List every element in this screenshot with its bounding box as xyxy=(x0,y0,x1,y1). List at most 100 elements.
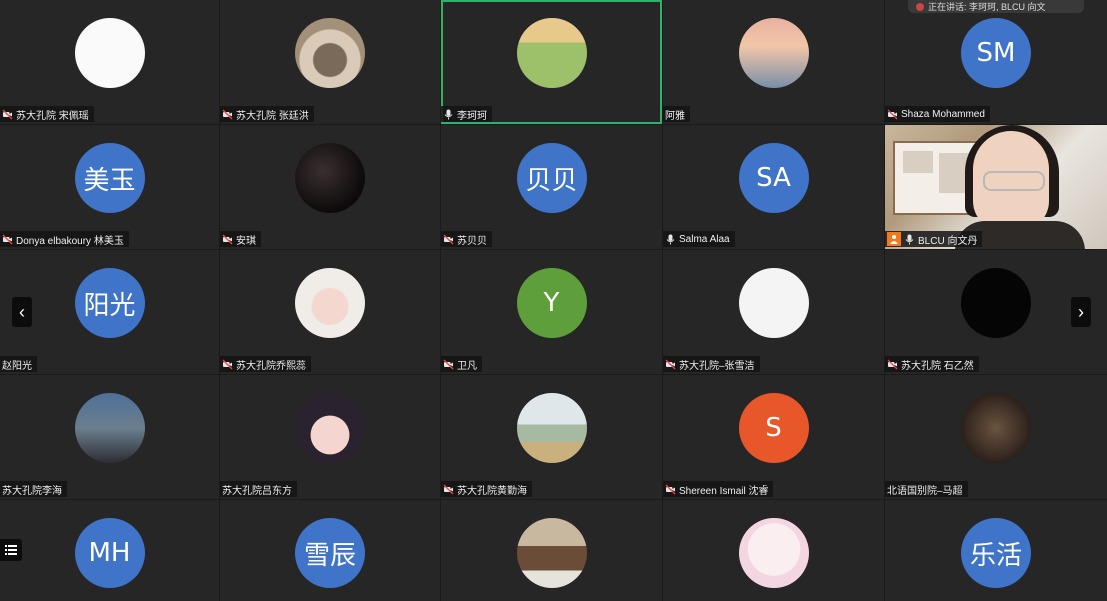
participant-name: Shereen Ismail 沈睿 xyxy=(679,485,769,497)
camera-off-icon xyxy=(443,234,454,244)
avatar-initials: 乐活 xyxy=(969,540,1022,571)
camera-off-icon xyxy=(887,359,898,369)
participant-nameplate: 苏大孔院 宋佩瑶 xyxy=(0,106,94,122)
participant-tile[interactable]: 乐活 xyxy=(885,500,1107,601)
avatar xyxy=(516,18,587,88)
avatar: SM xyxy=(961,18,1031,88)
microphone-icon xyxy=(666,234,675,244)
camera-off-icon xyxy=(222,359,233,369)
camera-off-icon xyxy=(665,359,676,369)
participant-tile[interactable]: 雪辰 xyxy=(220,500,440,601)
participant-tile[interactable]: MH xyxy=(0,500,219,601)
participant-name: 苏大孔院黄勤海 xyxy=(457,485,527,497)
participant-nameplate: Shaza Mohammed xyxy=(885,106,990,122)
avatar xyxy=(961,393,1031,463)
avatar xyxy=(738,18,809,88)
participant-tile[interactable]: Y 卫凡 xyxy=(441,250,662,374)
participant-nameplate: 安琪 xyxy=(220,231,261,247)
participant-tile[interactable]: S Shereen Ismail 沈睿 xyxy=(663,375,884,499)
participant-nameplate: Salma Alaa xyxy=(663,231,735,247)
speaking-indicator: 正在讲话: 李珂珂, BLCU 向文 xyxy=(908,0,1084,13)
chevron-left-icon: ‹ xyxy=(19,301,25,322)
avatar: SA xyxy=(738,143,809,213)
participant-tile[interactable]: 苏大孔院 张廷洪 xyxy=(220,0,440,124)
avatar xyxy=(295,143,365,213)
participant-tile[interactable] xyxy=(663,500,884,601)
participant-nameplate: 苏大孔院吕东方 xyxy=(220,481,297,497)
participant-tile[interactable]: 北语国别院–马超 xyxy=(885,375,1107,499)
avatar: 乐活 xyxy=(961,518,1031,588)
participant-tile[interactable]: 阿雅 xyxy=(663,0,884,124)
participant-name: BLCU 向文丹 xyxy=(918,235,978,247)
camera-off-icon xyxy=(222,234,233,244)
participant-tile[interactable]: 苏大孔院吕东方 xyxy=(220,375,440,499)
avatar: 美玉 xyxy=(74,143,145,213)
participant-name: 苏大孔院吕东方 xyxy=(222,485,292,497)
participant-name: 苏大孔院 石乙然 xyxy=(901,360,974,372)
avatar xyxy=(295,268,365,338)
participant-name: 苏大孔院 宋佩瑶 xyxy=(16,110,89,122)
avatar: MH xyxy=(74,518,145,588)
participant-nameplate: 李珂珂 xyxy=(441,106,492,122)
avatar: 雪辰 xyxy=(295,518,365,588)
participant-tile[interactable]: 苏大孔院–张雪洁 xyxy=(663,250,884,374)
avatar-initials: S xyxy=(765,413,782,443)
participant-tile[interactable]: 阳光 赵阳光 xyxy=(0,250,219,374)
participant-tile[interactable]: 李珂珂 xyxy=(441,0,662,124)
next-page-button[interactable]: › xyxy=(1071,297,1091,327)
participant-tile[interactable]: 苏大孔院黄勤海 xyxy=(441,375,662,499)
avatar-initials: SA xyxy=(756,163,791,193)
participant-nameplate: 苏大孔院黄勤海 xyxy=(441,481,532,497)
participant-name: 苏大孔院–张雪洁 xyxy=(679,360,755,372)
microphone-icon xyxy=(444,109,453,119)
participant-name: 安琪 xyxy=(236,235,256,247)
avatar-initials: 美玉 xyxy=(83,165,136,196)
camera-off-icon xyxy=(2,234,13,244)
participant-nameplate: 北语国别院–马超 xyxy=(885,481,968,497)
microphone-icon xyxy=(905,234,914,244)
participant-tile[interactable] xyxy=(441,500,662,601)
host-icon xyxy=(887,232,901,246)
participant-tile[interactable]: SM Shaza Mohammed xyxy=(885,0,1107,124)
participant-name: 苏贝贝 xyxy=(457,235,487,247)
camera-off-icon xyxy=(222,109,233,119)
participant-tile[interactable]: 苏大孔院 宋佩瑶 xyxy=(0,0,219,124)
participant-nameplate: 苏大孔院 张廷洪 xyxy=(220,106,314,122)
avatar: Y xyxy=(516,268,587,338)
participant-name: Shaza Mohammed xyxy=(901,108,985,120)
participant-name: 苏大孔院 张廷洪 xyxy=(236,110,309,122)
participant-nameplate: 苏贝贝 xyxy=(441,231,492,247)
avatar xyxy=(961,268,1031,338)
participant-name: 阿雅 xyxy=(665,110,685,122)
avatar-initials: SM xyxy=(976,38,1016,68)
participant-tile[interactable]: BLCU 向文丹 xyxy=(885,125,1107,249)
participant-tile[interactable]: SA Salma Alaa xyxy=(663,125,884,249)
participant-name: Donya elbakoury 林美玉 xyxy=(16,235,124,247)
avatar-initials: MH xyxy=(88,538,131,568)
participant-nameplate: 苏大孔院–张雪洁 xyxy=(663,356,760,372)
participant-nameplate: 苏大孔院李海 xyxy=(0,481,67,497)
participant-name: 李珂珂 xyxy=(457,110,487,122)
participant-nameplate: BLCU 向文丹 xyxy=(885,231,983,247)
participant-name: 北语国别院–马超 xyxy=(887,485,963,497)
participant-name: 苏大孔院乔熙蕊 xyxy=(236,360,306,372)
participant-tile[interactable]: 安琪 xyxy=(220,125,440,249)
avatar: 贝贝 xyxy=(516,143,587,213)
participant-tile[interactable]: 美玉 Donya elbakoury 林美玉 xyxy=(0,125,219,249)
avatar xyxy=(295,393,365,463)
avatar xyxy=(738,518,809,588)
avatar xyxy=(516,393,587,463)
participant-tile[interactable]: 贝贝苏贝贝 xyxy=(441,125,662,249)
participant-tile[interactable]: 苏大孔院乔熙蕊 xyxy=(220,250,440,374)
speaking-text: 正在讲话: 李珂珂, BLCU 向文 xyxy=(928,2,1046,12)
participant-name: 赵阳光 xyxy=(2,360,32,372)
camera-off-icon xyxy=(887,109,898,119)
avatar-initials: 雪辰 xyxy=(303,540,356,571)
participant-nameplate: Shereen Ismail 沈睿 xyxy=(663,481,774,497)
participant-list-button[interactable] xyxy=(0,539,22,561)
avatar xyxy=(74,18,145,88)
participant-tile[interactable]: 苏大孔院李海 xyxy=(0,375,219,499)
chevron-right-icon: › xyxy=(1078,301,1084,322)
previous-page-button[interactable]: ‹ xyxy=(12,297,32,327)
participant-name: 卫凡 xyxy=(457,360,477,372)
